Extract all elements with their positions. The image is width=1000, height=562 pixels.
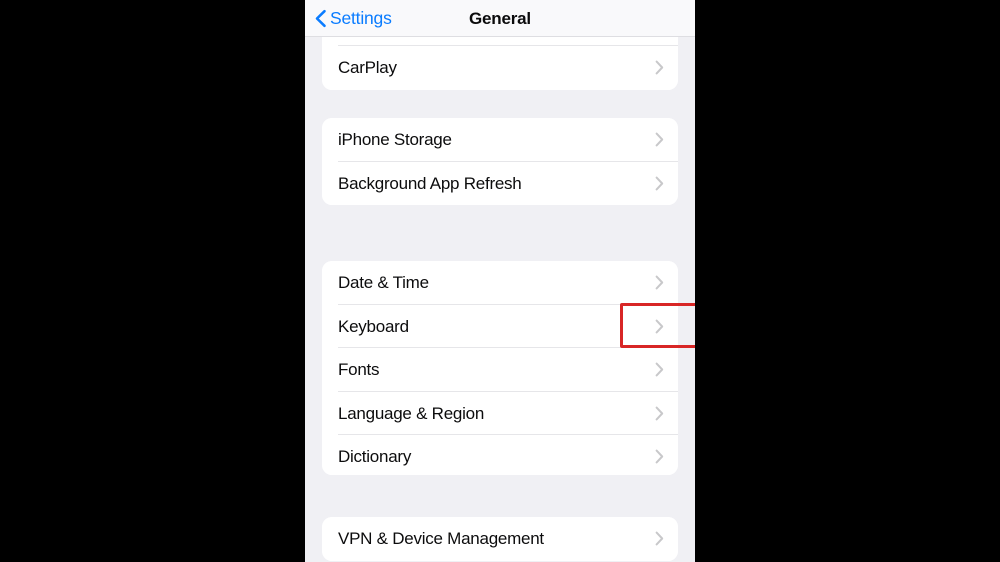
list-item-label: Keyboard [338, 316, 409, 336]
list-item-carplay[interactable]: CarPlay [322, 46, 678, 90]
list-item-label: iPhone Storage [338, 130, 452, 150]
list-item-iphone-storage[interactable]: iPhone Storage [322, 118, 678, 162]
chevron-right-icon [655, 275, 664, 290]
list-item-language-region[interactable]: Language & Region [322, 391, 678, 435]
settings-group-localization: Date & Time Keyboard Fonts Language & Regio… [322, 261, 678, 475]
chevron-right-icon [655, 176, 664, 191]
chevron-right-icon [655, 406, 664, 421]
page-title: General [469, 8, 531, 28]
list-item-label: Language & Region [338, 403, 485, 423]
chevron-right-icon [655, 449, 664, 464]
list-item-label: Background App Refresh [338, 173, 522, 193]
list-item-label: VPN & Device Management [338, 529, 544, 549]
settings-group-vpn: VPN & Device Management [322, 517, 678, 561]
phone-screen: Settings General CarPlay iPhone Storage B… [305, 0, 695, 562]
list-item-label: CarPlay [338, 58, 397, 78]
list-item-label: Fonts [338, 360, 380, 380]
list-item-label: Dictionary [338, 447, 412, 467]
chevron-right-icon [655, 132, 664, 147]
list-item-vpn-device-management[interactable]: VPN & Device Management [322, 517, 678, 561]
chevron-right-icon [655, 531, 664, 546]
chevron-right-icon [655, 362, 664, 377]
screenshot-stage: Settings General CarPlay iPhone Storage B… [0, 0, 1000, 562]
settings-list[interactable]: CarPlay iPhone Storage Background App Ref… [305, 23, 695, 562]
list-item-fonts[interactable]: Fonts [322, 348, 678, 392]
chevron-right-icon [655, 319, 664, 334]
list-item-dictionary[interactable]: Dictionary [322, 435, 678, 475]
chevron-right-icon [655, 60, 664, 75]
navigation-bar: Settings General [305, 0, 695, 37]
list-item-date-time[interactable]: Date & Time [322, 261, 678, 305]
list-item-background-app-refresh[interactable]: Background App Refresh [322, 161, 678, 205]
list-item-keyboard[interactable]: Keyboard [322, 304, 678, 348]
list-item-label: Date & Time [338, 273, 429, 293]
settings-group-storage: iPhone Storage Background App Refresh [322, 118, 678, 205]
